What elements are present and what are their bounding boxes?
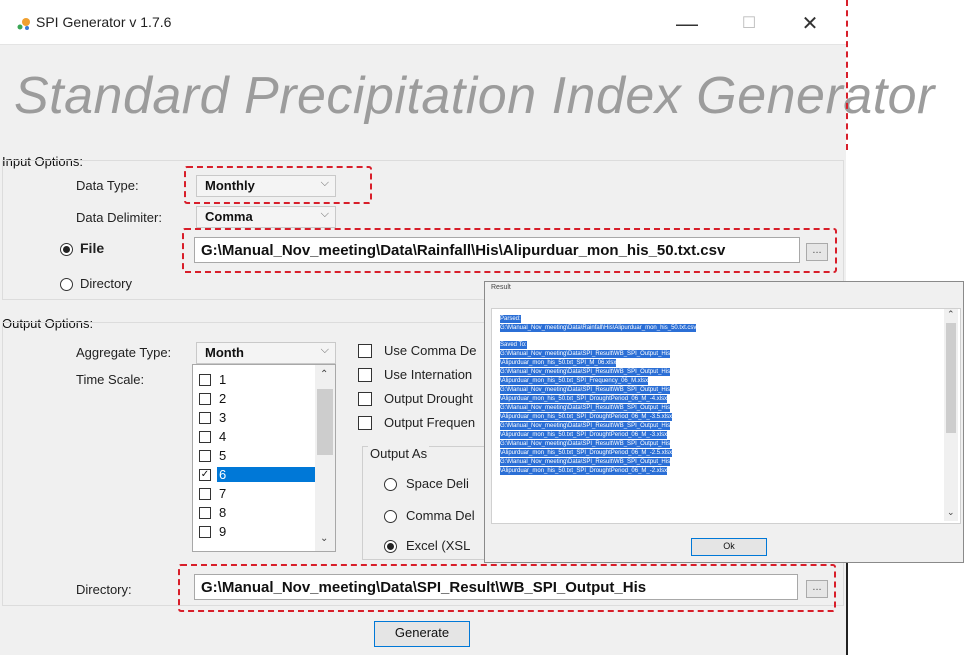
time-scale-item[interactable]: 9 (199, 524, 305, 539)
ok-button[interactable]: Ok (691, 538, 767, 556)
result-line: G:\Manual_Nov_meeting\Data\SPI_Result\WB… (500, 350, 671, 358)
use-international-label: Use Internation (384, 367, 473, 382)
result-dialog-title: Result (491, 284, 511, 291)
result-line: \Alipurduar_mon_his_50.txt_SPI_M_06.xlsx (500, 359, 617, 367)
result-line: \Alipurduar_mon_his_50.txt_SPI_Frequency… (500, 377, 649, 385)
minimize-button[interactable]: — (672, 12, 702, 36)
space-delimited-radio[interactable] (384, 478, 397, 491)
comma-delimited-label: Comma Del (406, 508, 475, 523)
aggregate-type-label: Aggregate Type: (76, 345, 172, 360)
checkbox[interactable] (199, 393, 211, 405)
time-scale-item[interactable]: 7 (199, 486, 305, 501)
use-comma-checkbox[interactable] (358, 344, 372, 358)
output-drought-checkbox[interactable] (358, 392, 372, 406)
result-line: G:\Manual_Nov_meeting\Data\SPI_Result\WB… (500, 404, 671, 412)
use-international-checkbox[interactable] (358, 368, 372, 382)
result-scrollbar[interactable]: ⌃ ⌄ (944, 309, 958, 521)
checkbox[interactable] (199, 412, 211, 424)
file-radio-label: File (80, 240, 105, 256)
highlight-input-path (182, 228, 837, 273)
use-comma-label: Use Comma De (384, 343, 477, 358)
file-radio[interactable] (60, 243, 73, 256)
result-line: Parsed: (500, 315, 521, 323)
data-delimiter-value: Comma (205, 209, 253, 224)
output-frequency-checkbox[interactable] (358, 416, 372, 430)
close-button[interactable]: ✕ (795, 12, 825, 36)
time-scale-item-selected[interactable]: ✓ 6 (199, 467, 317, 482)
space-delimited-label: Space Deli (406, 476, 469, 491)
chevron-down-icon: ⌵ (320, 208, 329, 220)
highlight-data-type (184, 166, 372, 204)
time-scale-item[interactable]: 4 (199, 429, 305, 444)
result-line: Saved To: (500, 341, 527, 349)
aggregate-type-select[interactable]: Month ⌵ (196, 342, 336, 364)
chevron-up-icon[interactable]: ⌃ (320, 369, 328, 380)
result-line: G:\Manual_Nov_meeting\Data\SPI_Result\WB… (500, 368, 671, 376)
maximize-button[interactable]: ☐ (734, 12, 764, 36)
chevron-up-icon[interactable]: ⌃ (947, 309, 955, 320)
checkbox[interactable] (199, 450, 211, 462)
time-scale-item[interactable]: 3 (199, 410, 305, 425)
app-logo-icon (17, 18, 30, 30)
title-bar: SPI Generator v 1.7.6 — ☐ ✕ (0, 0, 846, 45)
data-delimiter-select[interactable]: Comma ⌵ (196, 206, 336, 228)
comma-delimited-radio[interactable] (384, 510, 397, 523)
excel-radio[interactable] (384, 540, 397, 553)
checkbox-checked[interactable]: ✓ (199, 469, 211, 481)
result-message-area: Parsed: G:\Manual_Nov_meeting\Data\Rainf… (491, 308, 961, 524)
result-line: \Alipurduar_mon_his_50.txt_SPI_DroughtPe… (500, 449, 673, 457)
output-frequency-label: Output Frequen (384, 415, 476, 430)
scrollbar-thumb[interactable] (946, 323, 956, 433)
checkbox[interactable] (199, 488, 211, 500)
time-scale-label: Time Scale: (76, 372, 145, 387)
result-line: \Alipurduar_mon_his_50.txt_SPI_DroughtPe… (500, 467, 668, 475)
aggregate-type-value: Month (205, 345, 244, 360)
directory-radio[interactable] (60, 278, 73, 291)
result-dialog: Result Parsed: G:\Manual_Nov_meeting\Dat… (484, 281, 964, 563)
directory-label: Directory: (76, 582, 132, 597)
highlight-output-directory (178, 564, 836, 612)
result-line: G:\Manual_Nov_meeting\Data\SPI_Result\WB… (500, 458, 671, 466)
chevron-down-icon: ⌵ (320, 344, 329, 356)
chevron-down-icon[interactable]: ⌄ (947, 507, 955, 518)
checkbox[interactable] (199, 374, 211, 386)
checkbox[interactable] (199, 507, 211, 519)
time-scale-scrollbar[interactable]: ⌃ ⌄ (315, 365, 335, 551)
output-drought-label: Output Drought (384, 391, 473, 406)
time-scale-item[interactable]: 5 (199, 448, 305, 463)
result-line: G:\Manual_Nov_meeting\Data\SPI_Result\WB… (500, 386, 671, 394)
result-line: \Alipurduar_mon_his_50.txt_SPI_DroughtPe… (500, 431, 668, 439)
data-delimiter-label: Data Delimiter: (76, 210, 162, 225)
time-scale-item[interactable]: 8 (199, 505, 305, 520)
output-as-label: Output As (368, 446, 430, 461)
generate-button[interactable]: Generate (374, 621, 470, 647)
time-scale-item[interactable]: 1 (199, 372, 305, 387)
window-title: SPI Generator v 1.7.6 (36, 14, 172, 30)
data-type-label: Data Type: (76, 178, 139, 193)
chevron-down-icon[interactable]: ⌄ (320, 533, 328, 544)
window-edge-marker (846, 0, 848, 150)
checkbox[interactable] (199, 431, 211, 443)
excel-label: Excel (XSL (406, 538, 471, 553)
scrollbar-thumb[interactable] (317, 389, 333, 455)
checkbox[interactable] (199, 526, 211, 538)
directory-radio-label: Directory (80, 276, 133, 291)
result-line: \Alipurduar_mon_his_50.txt_SPI_DroughtPe… (500, 395, 668, 403)
result-line: G:\Manual_Nov_meeting\Data\Rainfall\His\… (500, 324, 697, 332)
time-scale-item[interactable]: 2 (199, 391, 305, 406)
result-line: G:\Manual_Nov_meeting\Data\SPI_Result\WB… (500, 440, 671, 448)
time-scale-list[interactable]: 1 2 3 4 5 ✓ 6 7 8 9 ⌃ ⌄ (192, 364, 336, 552)
result-line: \Alipurduar_mon_his_50.txt_SPI_DroughtPe… (500, 413, 673, 421)
app-banner: Standard Precipitation Index Generator (14, 67, 935, 125)
result-line: G:\Manual_Nov_meeting\Data\SPI_Result\WB… (500, 422, 671, 430)
